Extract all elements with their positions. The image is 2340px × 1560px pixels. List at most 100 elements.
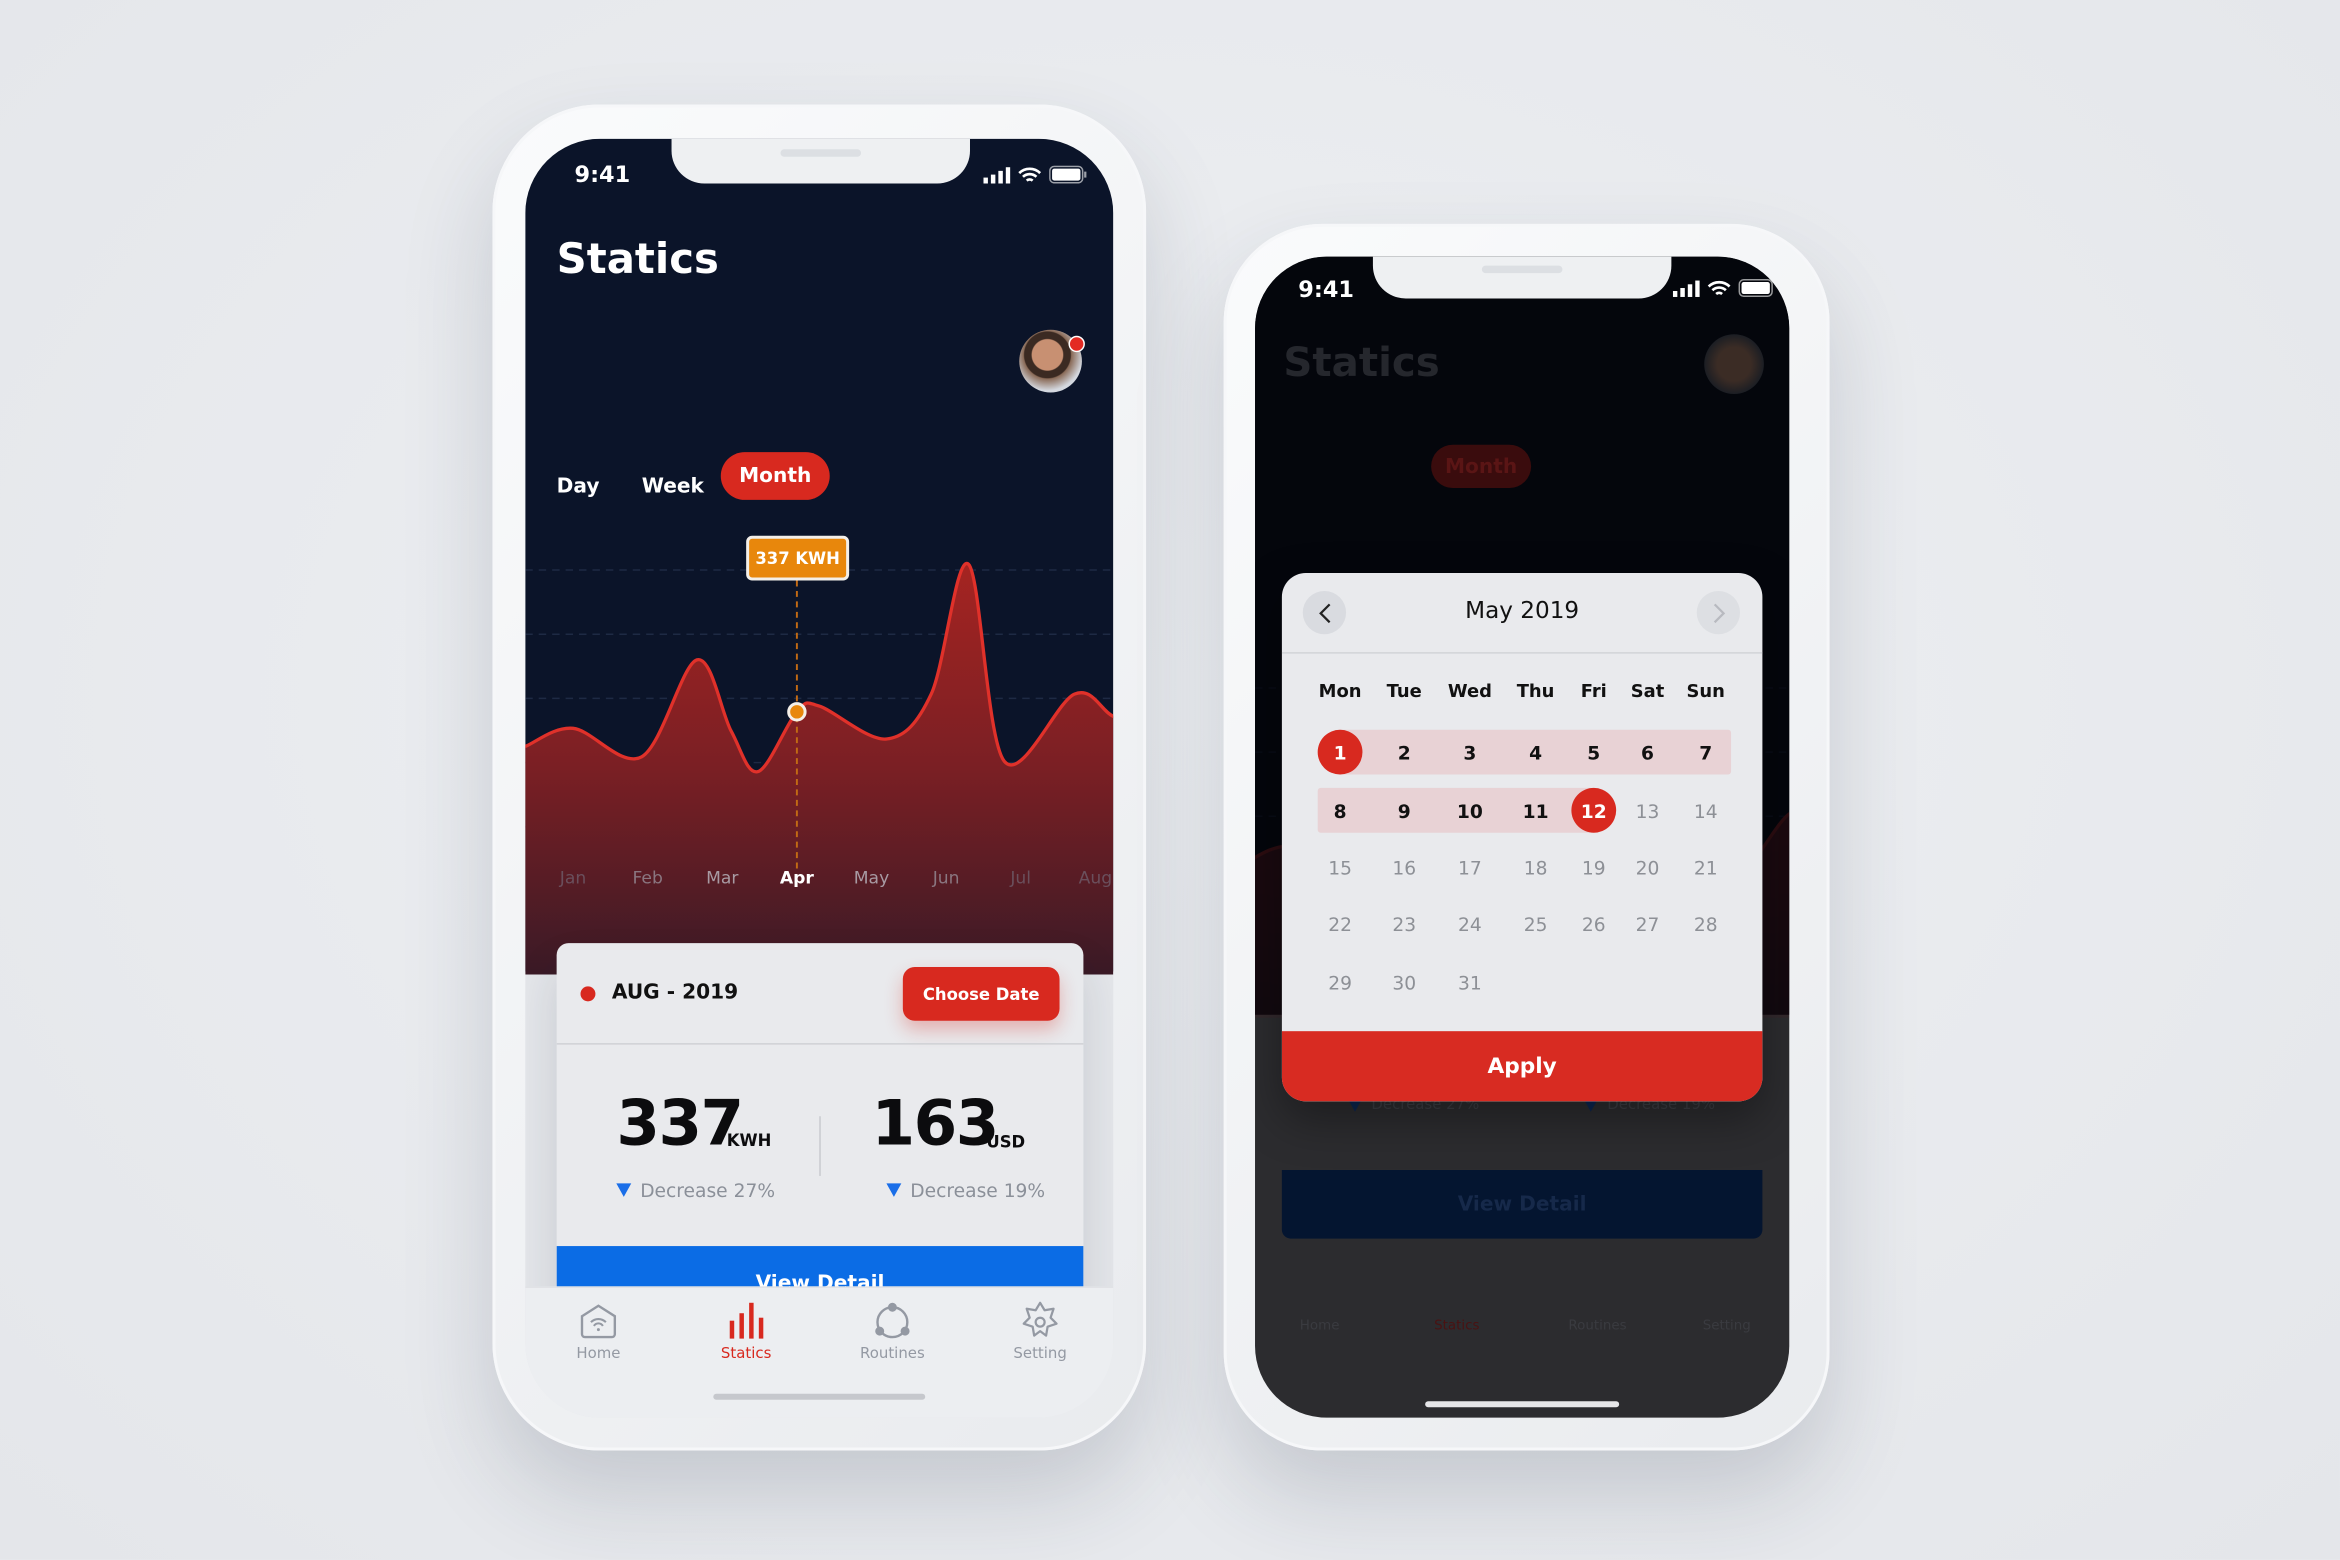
wifi-icon: [1707, 280, 1731, 295]
home-indicator[interactable]: [1425, 1401, 1620, 1408]
status-icons: [1672, 279, 1777, 297]
calendar-day[interactable]: 4: [1513, 730, 1558, 775]
calendar-day[interactable]: 19: [1571, 845, 1616, 890]
calendar-day[interactable]: 13: [1625, 788, 1670, 833]
calendar-day[interactable]: 23: [1382, 901, 1427, 946]
calendar-day[interactable]: 26: [1571, 901, 1616, 946]
wifi-icon: [1018, 166, 1042, 181]
weekday-thu: Thu: [1516, 680, 1555, 702]
calendar-day[interactable]: 28: [1683, 901, 1728, 946]
gear-icon: [1022, 1301, 1058, 1337]
down-arrow-icon: [616, 1183, 632, 1197]
weekday-sat: Sat: [1630, 680, 1665, 702]
nav-home[interactable]: Home: [539, 1300, 658, 1363]
tab-month-dimmed: Month: [1431, 444, 1532, 488]
calendar-day[interactable]: 18: [1513, 845, 1558, 890]
energy-value: 337: [616, 1086, 744, 1160]
apply-button[interactable]: Apply: [1281, 1031, 1763, 1102]
calendar-day[interactable]: 16: [1382, 845, 1427, 890]
highlighted-point: [787, 702, 807, 722]
mockup-stage: Jan Feb Mar Apr May Jun Jul Aug 9:41 Statics Da…: [0, 0, 2340, 1560]
battery-icon: [1738, 279, 1773, 297]
period-label: AUG - 2019: [611, 980, 739, 1005]
date-picker-modal: May 2019 Mon Tue Wed Thu Fri Sat Sun 1 2 3 4 5 6 7 8 9 1…: [1281, 573, 1763, 1102]
summary-card: AUG - 2019 Choose Date 337 KWH 163 USD D…: [556, 943, 1084, 1321]
calendar-day[interactable]: 17: [1448, 845, 1493, 890]
view-detail-dimmed: View Detail: [1281, 1169, 1763, 1239]
cost-value: 163: [871, 1086, 1000, 1160]
month-label-feb: Feb: [632, 868, 662, 888]
calendar-grid: Mon Tue Wed Thu Fri Sat Sun 1 2 3 4 5 6 7 8 9 10 11 12 13 14…: [1282, 573, 1763, 1021]
calendar-day[interactable]: 9: [1382, 788, 1427, 833]
down-arrow-icon: [886, 1183, 902, 1197]
month-label-jul: Jul: [1009, 868, 1031, 888]
calendar-day[interactable]: 29: [1318, 960, 1363, 1005]
nav-home-label: Home: [576, 1346, 621, 1363]
calendar-day-selected[interactable]: 12: [1571, 787, 1617, 833]
choose-date-button[interactable]: Choose Date: [902, 967, 1060, 1021]
energy-change: Decrease 27%: [616, 1179, 775, 1201]
calendar-day[interactable]: 11: [1513, 788, 1558, 833]
month-label-jan: Jan: [559, 868, 586, 888]
notification-dot: [1068, 335, 1085, 353]
month-label-jun: Jun: [932, 868, 960, 888]
tab-month[interactable]: Month: [720, 452, 830, 500]
calendar-day[interactable]: 2: [1382, 730, 1427, 775]
bottom-nav-dimmed: Home Statics Routines Setting: [1299, 1319, 1751, 1335]
month-label-may: May: [854, 868, 889, 888]
month-label-aug: Aug: [1079, 868, 1113, 888]
month-label-apr: Apr: [780, 868, 815, 888]
weekday-wed: Wed: [1447, 680, 1492, 702]
nav-routines[interactable]: Routines: [833, 1300, 952, 1363]
statics-screen: Jan Feb Mar Apr May Jun Jul Aug 9:41 Statics Da…: [525, 138, 1114, 1418]
notch: [671, 138, 970, 184]
tab-day[interactable]: Day: [557, 475, 600, 499]
home-wifi-icon: [580, 1304, 617, 1339]
calendar-day[interactable]: 31: [1448, 960, 1493, 1005]
weekday-fri: Fri: [1580, 680, 1607, 702]
cost-unit: USD: [986, 1132, 1026, 1153]
weekday-tue: Tue: [1386, 680, 1422, 702]
calendar-day[interactable]: 5: [1571, 730, 1616, 775]
phone-statics: Jan Feb Mar Apr May Jun Jul Aug 9:41 Statics Da…: [492, 104, 1147, 1451]
page-title-dimmed: Statics: [1283, 340, 1440, 387]
calendar-day[interactable]: 25: [1513, 901, 1558, 946]
home-indicator[interactable]: [713, 1393, 926, 1400]
calendar-day[interactable]: 30: [1382, 960, 1427, 1005]
calendar-day[interactable]: 7: [1683, 730, 1728, 775]
chart-tooltip: 337 KWH: [746, 535, 850, 581]
calendar-day[interactable]: 24: [1448, 901, 1493, 946]
calendar-day[interactable]: 14: [1683, 788, 1728, 833]
weekday-mon: Mon: [1318, 680, 1362, 702]
calendar-day[interactable]: 10: [1448, 788, 1493, 833]
tab-week[interactable]: Week: [642, 475, 704, 499]
nav-setting[interactable]: Setting: [980, 1300, 1099, 1363]
energy-change-text: Decrease 27%: [640, 1178, 776, 1202]
nav-setting-label: Setting: [1013, 1346, 1067, 1363]
calendar-day[interactable]: 3: [1448, 730, 1493, 775]
calendar-screen: 9:41 Statics Month Decrease 27% Decrease…: [1255, 256, 1790, 1418]
signal-icon: [1672, 279, 1700, 297]
calendar-day-selected[interactable]: 1: [1317, 729, 1363, 775]
nav-statics[interactable]: Statics: [686, 1300, 805, 1363]
calendar-day[interactable]: 6: [1625, 730, 1670, 775]
nav-statics-label: Statics: [720, 1346, 772, 1363]
calendar-day[interactable]: 22: [1318, 901, 1363, 946]
status-icons: [983, 165, 1087, 184]
status-time: 9:41: [574, 161, 631, 189]
cost-change: Decrease 19%: [886, 1179, 1045, 1201]
phone-calendar: 9:41 Statics Month Decrease 27% Decrease…: [1223, 223, 1830, 1451]
calendar-day[interactable]: 8: [1318, 788, 1363, 833]
energy-unit: KWH: [726, 1131, 772, 1151]
weekday-sun: Sun: [1686, 680, 1725, 702]
calendar-day[interactable]: 21: [1683, 845, 1728, 890]
period-dot: [580, 986, 596, 1002]
calendar-day[interactable]: 27: [1625, 901, 1670, 946]
calendar-day[interactable]: 20: [1625, 845, 1670, 890]
page-title: Statics: [556, 234, 719, 284]
signal-icon: [983, 166, 1011, 183]
battery-icon: [1049, 165, 1087, 184]
calendar-day[interactable]: 15: [1318, 845, 1363, 890]
routines-icon: [875, 1302, 910, 1339]
nav-routines-label: Routines: [860, 1346, 925, 1363]
